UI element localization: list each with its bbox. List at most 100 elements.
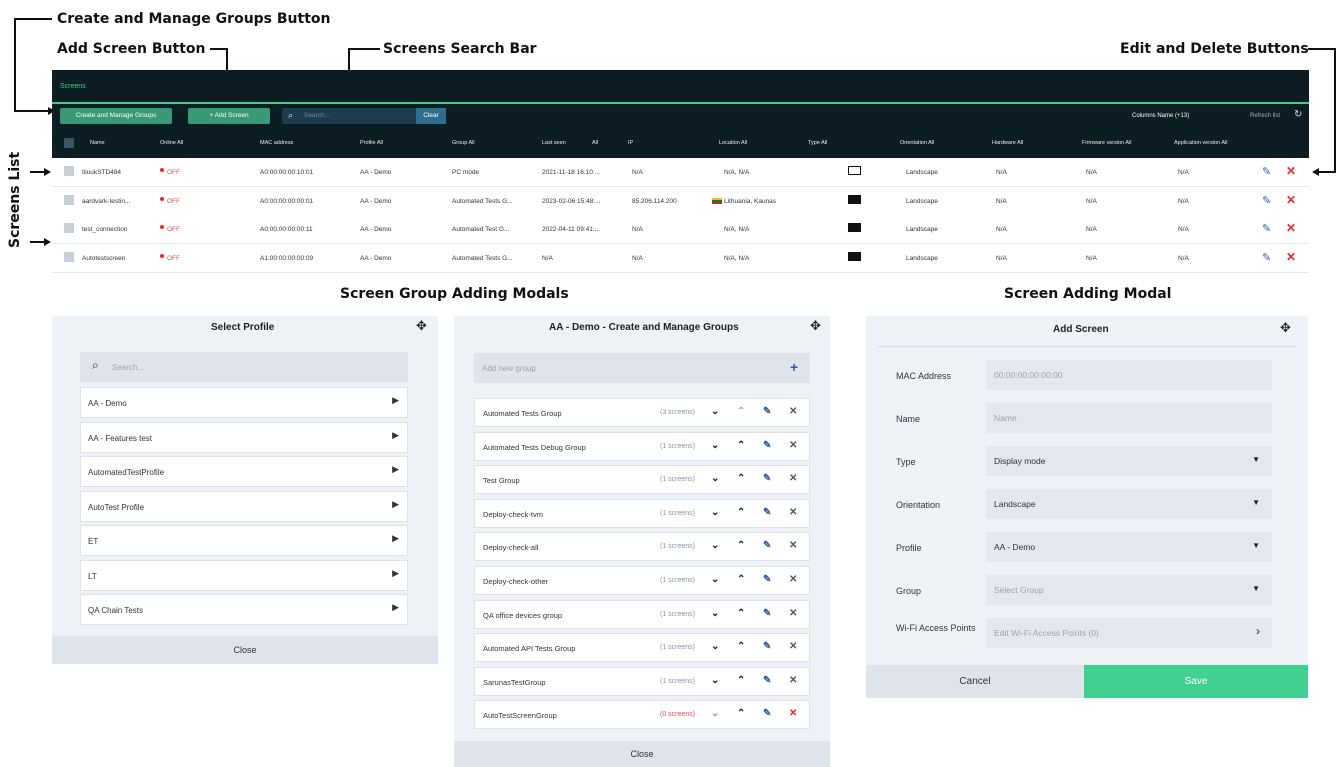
edit-icon[interactable]: ✎ — [763, 406, 771, 417]
col-application[interactable]: Application version All — [1174, 140, 1228, 146]
group-item[interactable]: Automated Tests Debug Group (1 screens) ⌄ ⌃… — [474, 431, 810, 461]
save-button[interactable]: Save — [1084, 665, 1308, 698]
profile-item[interactable]: QA Chain Tests ▶ — [80, 594, 408, 625]
delete-icon[interactable]: ✕ — [789, 608, 797, 619]
chevron-down-icon[interactable]: ⌄ — [711, 608, 719, 619]
chevron-down-icon[interactable]: ⌄ — [711, 641, 719, 652]
chevron-down-icon[interactable]: ⌄ — [711, 574, 719, 585]
col-ip[interactable]: IP — [628, 140, 633, 146]
select-all-checkbox[interactable] — [64, 138, 74, 148]
delete-icon[interactable]: ✕ — [789, 440, 797, 451]
cancel-button[interactable]: Cancel — [866, 665, 1084, 698]
col-last-seen[interactable]: Last seen — [542, 140, 566, 146]
group-item[interactable]: Deploy-check-tvm (1 screens) ⌄ ⌃ ✎ ✕ — [474, 498, 810, 528]
columns-selector[interactable]: Columns Name (+13) — [1132, 113, 1189, 119]
table-row[interactable]: aardvark-testin... OFF A0:00:00:00:00:01 AA… — [52, 186, 1309, 216]
chevron-up-icon[interactable]: ⌃ — [737, 608, 745, 619]
table-row[interactable]: test_connection OFF A0:00:00:00:00:11 AA - … — [52, 215, 1309, 244]
delete-icon[interactable]: ✕ — [1286, 164, 1296, 178]
col-location[interactable]: Location All — [719, 140, 747, 146]
row-checkbox[interactable] — [64, 194, 74, 205]
col-last-seen-filter[interactable]: All — [592, 140, 598, 146]
row-checkbox[interactable] — [64, 251, 74, 262]
col-group[interactable]: Group All — [452, 140, 475, 146]
group-item[interactable]: Test Group (1 screens) ⌄ ⌃ ✎ ✕ — [474, 465, 810, 495]
profile-search-input[interactable]: ⌕ Search... — [80, 352, 408, 382]
edit-icon[interactable]: ✎ — [763, 540, 771, 551]
edit-icon[interactable]: ✎ — [763, 473, 771, 484]
edit-icon[interactable]: ✎ — [763, 574, 771, 585]
chevron-down-icon[interactable]: ⌄ — [711, 540, 719, 551]
chevron-down-icon[interactable]: ⌄ — [711, 473, 719, 484]
edit-icon[interactable]: ✎ — [763, 675, 771, 686]
group-item[interactable]: SarunasTestGroup (1 screens) ⌄ ⌃ ✎ ✕ — [474, 666, 810, 696]
delete-icon[interactable]: ✕ — [789, 675, 797, 686]
move-icon[interactable]: ✥ — [416, 318, 427, 334]
chevron-down-icon[interactable]: ⌄ — [711, 507, 719, 518]
group-item[interactable]: AutoTestScreenGroup (0 screens) ⌄ ⌃ ✎ ✕ — [474, 700, 810, 730]
field-select[interactable]: Display mode ▼ — [986, 446, 1272, 476]
field-input[interactable]: 00:00:00:00:00:00 — [986, 360, 1272, 390]
chevron-up-icon[interactable]: ⌃ — [737, 473, 745, 484]
table-row[interactable]: Autotestscreen OFF A1:00:00:00:00:09 AA - D… — [52, 243, 1309, 273]
chevron-up-icon[interactable]: ⌃ — [737, 406, 745, 417]
field-select[interactable]: Landscape ▼ — [986, 489, 1272, 519]
create-manage-groups-button[interactable]: Create and Manage Groups — [60, 108, 172, 124]
edit-icon[interactable]: ✎ — [1262, 165, 1271, 178]
edit-icon[interactable]: ✎ — [1262, 222, 1271, 235]
chevron-up-icon[interactable]: ⌃ — [737, 507, 745, 518]
close-button[interactable]: Close — [52, 636, 438, 664]
edit-icon[interactable]: ✎ — [763, 708, 771, 719]
row-checkbox[interactable] — [64, 166, 74, 176]
row-checkbox[interactable] — [64, 223, 74, 233]
col-hardware[interactable]: Hardware All — [992, 140, 1023, 146]
profile-item[interactable]: AutomatedTestProfile ▶ — [80, 456, 408, 487]
delete-icon[interactable]: ✕ — [1286, 250, 1296, 264]
chevron-down-icon[interactable]: ⌄ — [711, 440, 719, 451]
profile-item[interactable]: AutoTest Profile ▶ — [80, 490, 408, 522]
edit-icon[interactable]: ✎ — [1262, 251, 1271, 264]
group-item[interactable]: Automated API Tests Group (1 screens) ⌄ ⌃ ✎ ✕ — [474, 633, 810, 663]
profile-item[interactable]: LT ▶ — [80, 559, 408, 591]
delete-icon[interactable]: ✕ — [789, 473, 797, 484]
screens-search-bar[interactable]: ⌕ Search... — [282, 108, 416, 124]
col-profile[interactable]: Profile All — [360, 140, 383, 146]
edit-icon[interactable]: ✎ — [763, 608, 771, 619]
chevron-up-icon[interactable]: ⌃ — [737, 641, 745, 652]
col-firmware[interactable]: Firmware version All — [1082, 140, 1132, 146]
col-mac[interactable]: MAC address — [260, 140, 293, 146]
group-item[interactable]: Deploy-check-all (1 screens) ⌄ ⌃ ✎ ✕ — [474, 532, 810, 562]
chevron-down-icon[interactable]: ⌄ — [711, 406, 719, 417]
delete-icon[interactable]: ✕ — [1286, 193, 1296, 207]
profile-item[interactable]: AA - Features test ▶ — [80, 421, 408, 453]
field-input[interactable]: Edit Wi-Fi Access Points (0) › — [986, 618, 1272, 648]
add-screen-button[interactable]: + Add Screen — [188, 108, 270, 124]
field-select[interactable]: Select Group ▼ — [986, 575, 1272, 605]
group-item[interactable]: QA office devices group (1 screens) ⌄ ⌃ ✎ ✕ — [474, 599, 810, 629]
field-select[interactable]: AA - Demo ▼ — [986, 532, 1272, 562]
col-type[interactable]: Type All — [808, 140, 827, 146]
profile-item[interactable]: AA - Demo ▶ — [80, 387, 408, 418]
delete-icon[interactable]: ✕ — [789, 641, 797, 652]
delete-icon[interactable]: ✕ — [789, 574, 797, 585]
plus-icon[interactable]: + — [790, 359, 798, 375]
field-input[interactable]: Name — [986, 403, 1272, 433]
col-online[interactable]: Online All — [160, 140, 183, 146]
delete-icon[interactable]: ✕ — [789, 507, 797, 518]
group-item[interactable]: Automated Tests Group (3 screens) ⌄ ⌃ ✎ ✕ — [474, 398, 810, 427]
group-item[interactable]: Deploy-check-other (1 screens) ⌄ ⌃ ✎ ✕ — [474, 566, 810, 595]
clear-button[interactable]: Clear — [416, 108, 446, 124]
col-orientation[interactable]: Orientation All — [900, 140, 934, 146]
refresh-list[interactable]: Refresh list — [1250, 113, 1280, 119]
edit-icon[interactable]: ✎ — [763, 440, 771, 451]
chevron-up-icon[interactable]: ⌃ — [737, 540, 745, 551]
chevron-down-icon[interactable]: ⌄ — [711, 708, 719, 719]
delete-icon[interactable]: ✕ — [789, 540, 797, 551]
refresh-icon[interactable]: ↻ — [1294, 109, 1302, 120]
move-icon[interactable]: ✥ — [1280, 320, 1291, 336]
delete-icon[interactable]: ✕ — [789, 406, 797, 417]
chevron-up-icon[interactable]: ⌃ — [737, 708, 745, 719]
edit-icon[interactable]: ✎ — [763, 507, 771, 518]
table-row[interactable]: tiiuukSTD484 OFF A0:00:00:00:10:01 AA - Dem… — [52, 158, 1309, 187]
chevron-down-icon[interactable]: ⌄ — [711, 675, 719, 686]
